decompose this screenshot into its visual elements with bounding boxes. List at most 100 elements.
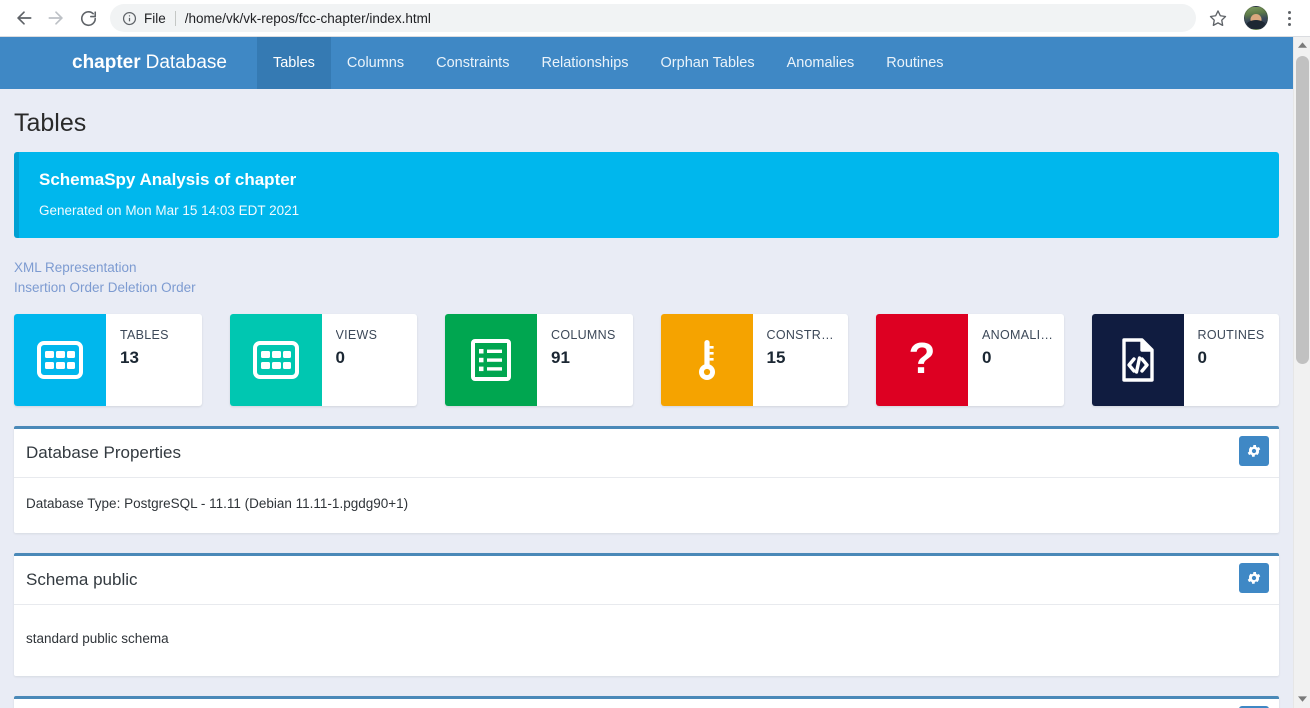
panel-schema-public: Schema public standard public schema: [14, 553, 1279, 676]
nav-label: Constraints: [436, 55, 510, 71]
nav-item-constraints[interactable]: Constraints: [420, 37, 525, 89]
gear-icon: [1247, 572, 1261, 584]
card-label: TABLES: [120, 328, 169, 342]
card-value: 13: [120, 348, 139, 367]
card-label: ROUTINES: [1197, 328, 1265, 342]
card-value: 15: [766, 348, 786, 367]
page-viewport: chapter Database Tables Columns Constrai…: [0, 37, 1310, 708]
nav-item-routines[interactable]: Routines: [870, 37, 959, 89]
link-xml-representation[interactable]: XML Representation: [14, 258, 1279, 278]
nav-label: Columns: [346, 55, 405, 71]
url-scheme-label: File: [144, 10, 166, 26]
stat-card-views[interactable]: VIEWS 0: [229, 314, 418, 406]
schema-public-settings-button[interactable]: [1239, 563, 1269, 593]
reload-icon: [80, 10, 96, 26]
brand-rest: Database: [145, 52, 227, 73]
brand-bold: chapter: [72, 52, 141, 73]
card-value: 0: [335, 348, 345, 367]
stat-card-constraints[interactable]: CONSTRAI… 15: [660, 314, 849, 406]
panel-header: Schema public: [14, 556, 1279, 605]
page-title: Tables: [14, 109, 87, 137]
nav-item-columns[interactable]: Columns: [331, 37, 420, 89]
forward-button[interactable]: [40, 2, 72, 34]
back-button[interactable]: [8, 2, 40, 34]
card-value: 91: [551, 348, 570, 367]
arrow-right-icon: [48, 11, 63, 25]
browser-toolbar: File /home/vk/vk-repos/fcc-chapter/index…: [0, 0, 1310, 37]
svg-text:?: ?: [909, 337, 936, 383]
stat-card-routines[interactable]: ROUTINES 0: [1091, 314, 1280, 406]
card-label: CONSTRAI…: [766, 328, 839, 342]
panel-header: Tables: [14, 699, 1279, 708]
nav-label: Tables: [272, 55, 315, 71]
panel-body: standard public schema: [26, 631, 169, 646]
kebab-dot: [1287, 10, 1291, 14]
stat-card-anomalies[interactable]: ? ANOMALIES 0: [876, 314, 1064, 406]
table-grid-icon: [229, 314, 322, 406]
main-content: Tables SchemaSpy Analysis of chapter Gen…: [0, 89, 1293, 708]
star-icon: [1209, 10, 1227, 27]
url-text: /home/vk/vk-repos/fcc-chapter/index.html: [184, 10, 431, 26]
reload-button[interactable]: [72, 2, 104, 34]
list-icon: [445, 314, 537, 406]
gear-icon: [1247, 445, 1261, 457]
scroll-up-button[interactable]: [1294, 37, 1310, 54]
stat-card-columns[interactable]: COLUMNS 91: [445, 314, 633, 406]
card-label: COLUMNS: [551, 328, 616, 342]
nav-item-tables[interactable]: Tables: [256, 37, 331, 89]
database-properties-settings-button[interactable]: [1239, 436, 1269, 466]
stat-card-tables[interactable]: TABLES 13: [14, 314, 202, 406]
card-value: 0: [982, 348, 992, 367]
card-label: VIEWS: [335, 328, 378, 342]
card-value: 0: [1197, 348, 1207, 367]
profile-avatar[interactable]: [1244, 6, 1268, 30]
card-body: ANOMALIES 0: [968, 314, 1064, 406]
bookmark-button[interactable]: [1204, 4, 1232, 32]
analysis-banner: SchemaSpy Analysis of chapter Generated …: [14, 152, 1279, 238]
card-label: ANOMALIES: [982, 328, 1054, 342]
panel-tables: Tables: [14, 696, 1279, 708]
panel-database-properties: Database Properties Database Type: Postg…: [14, 426, 1279, 533]
info-circle-icon[interactable]: [122, 11, 137, 26]
scrollbar-thumb[interactable]: [1296, 56, 1309, 364]
site-brand[interactable]: chapter Database: [72, 37, 257, 89]
page-scrollbar[interactable]: [1293, 37, 1310, 708]
chevron-up-icon: [1298, 42, 1307, 48]
kebab-dot: [1287, 22, 1291, 26]
file-code-icon: [1091, 314, 1184, 406]
stat-cards: TABLES 13 VIEWS 0 COLUMNS 91 CONSTRAI 15…: [14, 314, 1279, 406]
chevron-down-icon: [1298, 696, 1307, 702]
nav-item-orphan-tables[interactable]: Orphan Tables: [645, 37, 771, 89]
omnibox-divider: [174, 10, 176, 26]
nav-label: Routines: [886, 55, 944, 71]
table-grid-icon: [14, 314, 106, 406]
page-content: chapter Database Tables Columns Constrai…: [0, 37, 1293, 708]
nav-label: Anomalies: [786, 55, 855, 71]
banner-generated-date: Generated on Mon Mar 15 14:03 EDT 2021: [39, 203, 300, 218]
panel-title: Database Properties: [26, 443, 181, 462]
key-icon: [660, 314, 753, 406]
scroll-down-button[interactable]: [1294, 691, 1310, 708]
card-body: CONSTRAI… 15: [753, 314, 849, 406]
site-navbar: chapter Database Tables Columns Constrai…: [0, 37, 1293, 89]
kebab-dot: [1287, 16, 1291, 20]
card-body: COLUMNS 91: [537, 314, 633, 406]
navbar-items: Tables Columns Constraints Relationships…: [256, 37, 960, 89]
arrow-left-icon: [17, 11, 32, 25]
panel-header: Database Properties: [14, 429, 1279, 478]
banner-title: SchemaSpy Analysis of chapter: [39, 170, 297, 189]
panel-body: Database Type: PostgreSQL - 11.11 (Debia…: [26, 496, 409, 511]
link-insertion-deletion-order[interactable]: Insertion Order Deletion Order: [14, 278, 1279, 298]
address-bar[interactable]: File /home/vk/vk-repos/fcc-chapter/index…: [110, 4, 1196, 32]
resource-links: XML Representation Insertion Order Delet…: [14, 256, 1279, 308]
nav-label: Orphan Tables: [660, 55, 755, 71]
nav-item-anomalies[interactable]: Anomalies: [771, 37, 871, 89]
nav-item-relationships[interactable]: Relationships: [525, 37, 644, 89]
question-mark-icon: ?: [876, 314, 968, 406]
browser-menu-button[interactable]: [1276, 4, 1302, 32]
panel-title: Schema public: [26, 570, 138, 589]
card-body: VIEWS 0: [322, 314, 418, 406]
card-body: TABLES 13: [106, 314, 202, 406]
nav-label: Relationships: [541, 55, 629, 71]
card-body: ROUTINES 0: [1184, 314, 1280, 406]
